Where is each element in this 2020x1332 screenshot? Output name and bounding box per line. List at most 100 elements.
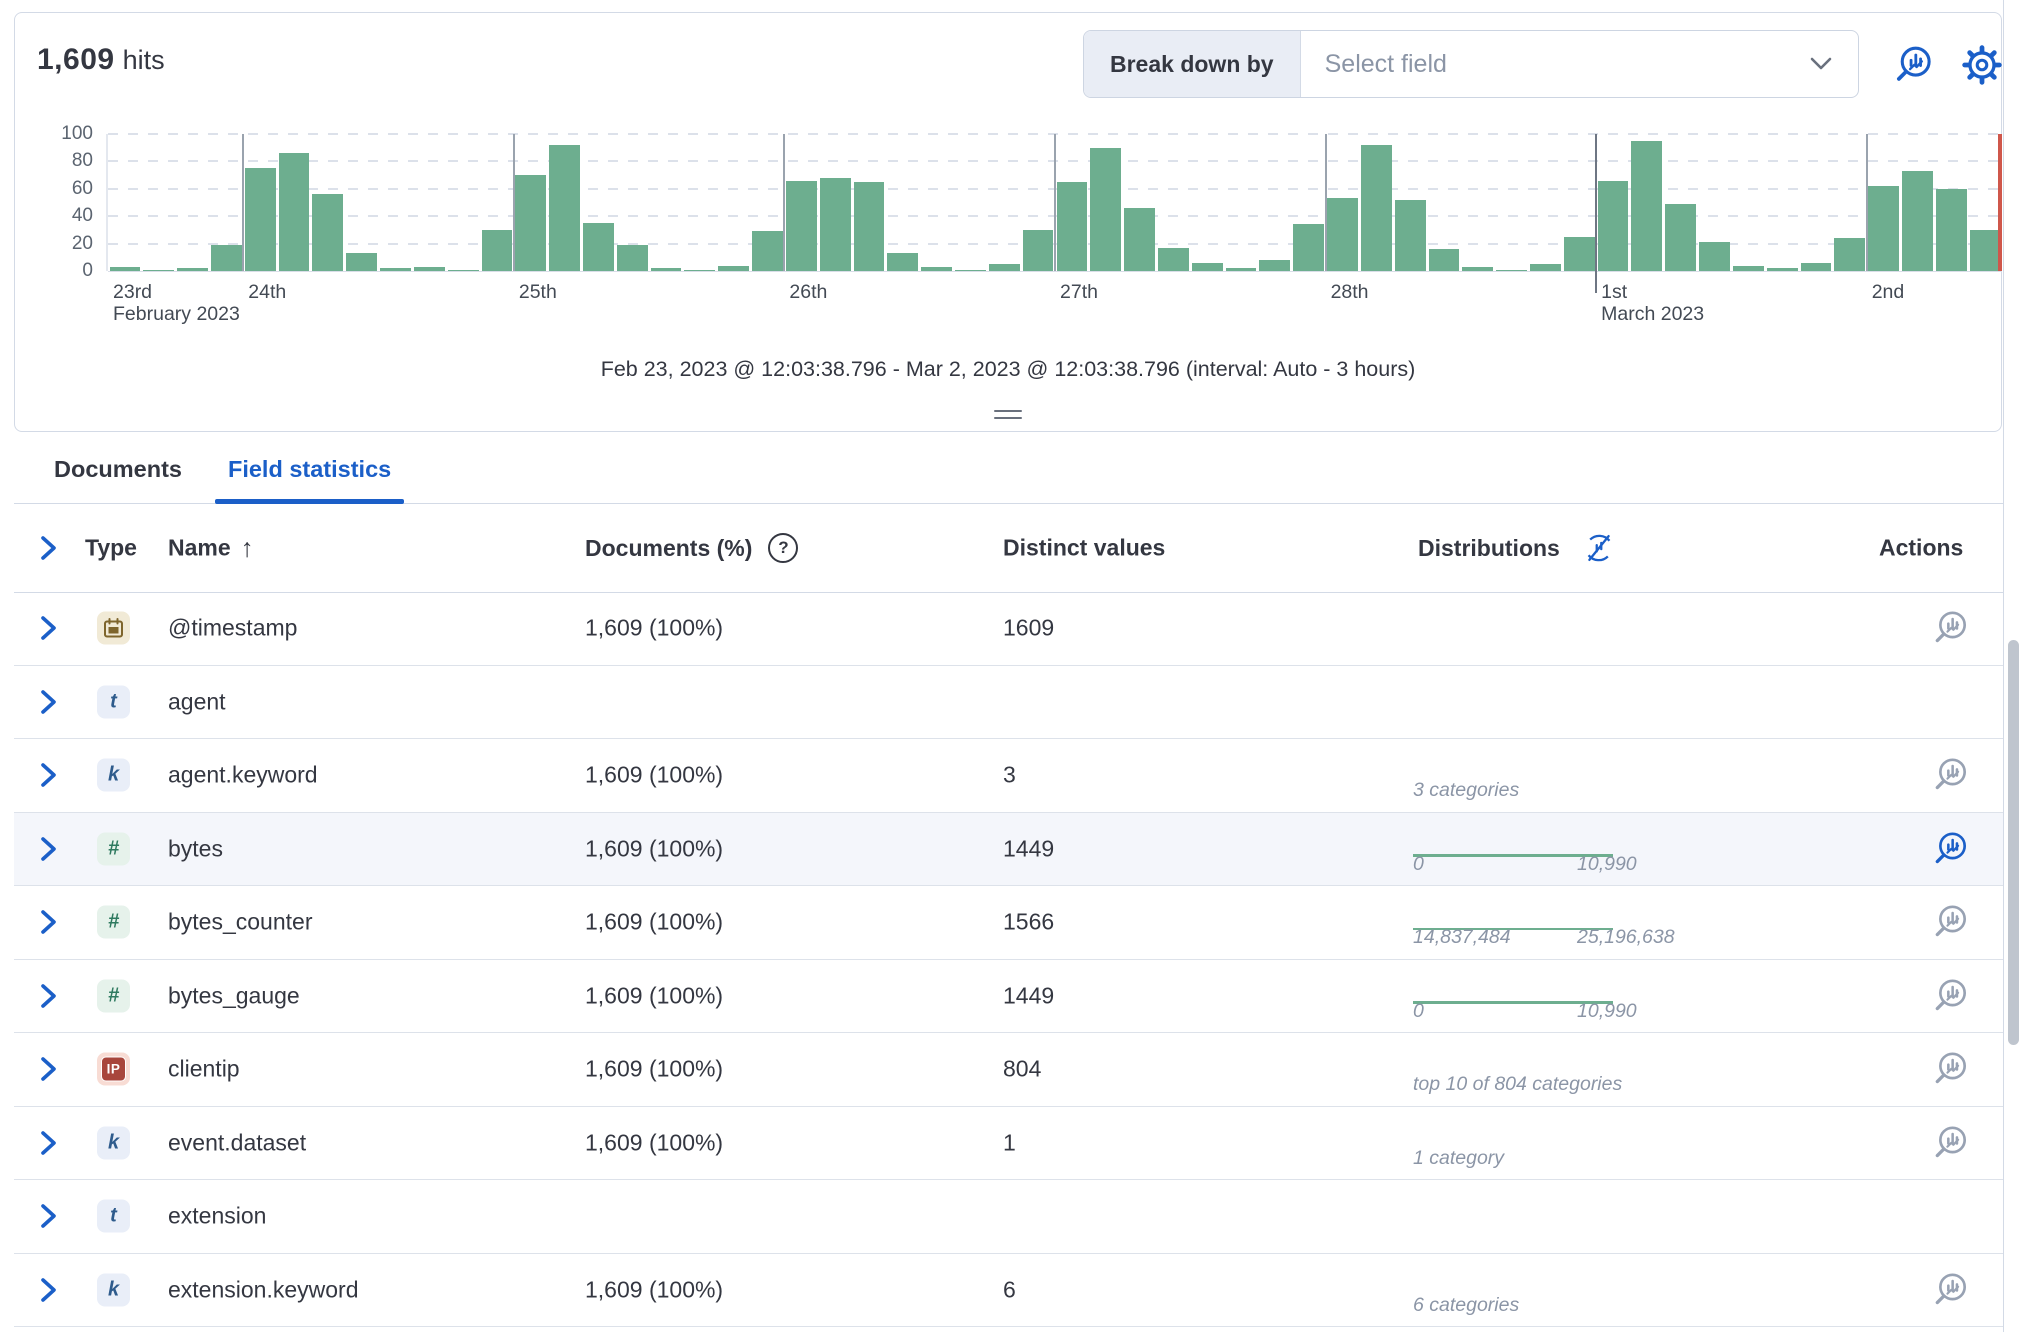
histogram-bar[interactable] [211, 245, 242, 271]
table-row: k agent.keyword 1,609 (100%) 3 3 categor… [14, 739, 2004, 813]
histogram-bar[interactable] [583, 223, 614, 271]
histogram-bar[interactable] [1124, 208, 1155, 271]
histogram-bar[interactable] [1699, 242, 1730, 271]
histogram-bar[interactable] [1665, 204, 1696, 271]
histogram-bar[interactable] [887, 253, 918, 271]
histogram-bar[interactable] [617, 245, 648, 271]
distribution-preview: 010,990 [1413, 821, 1673, 879]
histogram-bar[interactable] [1631, 141, 1662, 271]
histogram-bar[interactable] [1361, 145, 1392, 271]
histogram-bar[interactable] [549, 145, 580, 271]
histogram-bar[interactable] [1598, 181, 1629, 271]
histogram-bar[interactable] [279, 153, 310, 271]
explore-in-lens-button[interactable] [1932, 977, 1970, 1015]
explore-in-lens-button[interactable] [1932, 1271, 1970, 1309]
expand-row-chevron-icon[interactable] [35, 907, 61, 937]
column-header-name-label: Name [168, 535, 231, 562]
expand-row-chevron-icon[interactable] [35, 613, 61, 643]
histogram-bar[interactable] [1192, 263, 1223, 271]
histogram-bar[interactable] [143, 270, 174, 271]
histogram-bar[interactable] [1395, 200, 1426, 271]
expand-row-chevron-icon[interactable] [35, 1201, 61, 1231]
histogram-bar[interactable] [1834, 238, 1865, 271]
tab-documents[interactable]: Documents [31, 436, 205, 503]
expand-all-chevron-icon[interactable] [35, 533, 61, 563]
histogram-bar[interactable] [921, 267, 952, 271]
y-axis-tick-label: 80 [15, 150, 93, 172]
histogram-bar[interactable] [1023, 230, 1054, 271]
expand-row-chevron-icon[interactable] [35, 1128, 61, 1158]
histogram-bar[interactable] [854, 182, 885, 271]
hits-label: hits [123, 45, 165, 75]
scrollbar-thumb[interactable] [2008, 640, 2019, 1045]
histogram-bar[interactable] [1902, 171, 1933, 271]
histogram-bar[interactable] [346, 253, 377, 271]
histogram-bar[interactable] [955, 270, 986, 271]
expand-row-chevron-icon[interactable] [35, 760, 61, 790]
histogram-bar[interactable] [1158, 248, 1189, 271]
histogram-bar[interactable] [1090, 148, 1121, 271]
field-name: event.dataset [168, 1129, 306, 1156]
field-name: bytes [168, 835, 223, 862]
explore-in-lens-button[interactable] [1932, 756, 1970, 794]
explore-in-lens-button[interactable] [1932, 1050, 1970, 1088]
histogram-bar[interactable] [651, 268, 682, 271]
histogram-bar[interactable] [989, 264, 1020, 271]
histogram-bar[interactable] [1496, 270, 1527, 271]
histogram-bar[interactable] [245, 168, 276, 271]
help-icon[interactable]: ? [768, 533, 798, 563]
histogram-bar[interactable] [1564, 237, 1595, 271]
histogram-bar[interactable] [380, 268, 411, 271]
histogram-bar[interactable] [448, 270, 479, 271]
histogram-bar[interactable] [1868, 186, 1899, 271]
chart-settings-button[interactable] [1961, 44, 2003, 86]
histogram-bar[interactable] [482, 230, 513, 271]
histogram-bar[interactable] [1462, 267, 1493, 271]
explore-in-lens-button[interactable] [1932, 609, 1970, 647]
histogram-bar[interactable] [1733, 266, 1764, 271]
expand-row-chevron-icon[interactable] [35, 834, 61, 864]
panel-resize-handle[interactable] [994, 405, 1022, 424]
histogram-bar[interactable] [684, 270, 715, 271]
histogram-panel: 1,609hits Break down by Select field [14, 12, 2002, 432]
expand-row-chevron-icon[interactable] [35, 981, 61, 1011]
tab-field-statistics[interactable]: Field statistics [205, 436, 414, 503]
histogram-bar[interactable] [1293, 224, 1324, 271]
histogram-bar[interactable] [786, 181, 817, 271]
histogram-bar[interactable] [1259, 260, 1290, 271]
scrollbar-track[interactable] [2003, 0, 2020, 1332]
histogram-bar[interactable] [1801, 263, 1832, 271]
histogram-bar[interactable] [1767, 268, 1798, 271]
histogram-bar[interactable] [820, 178, 851, 271]
histogram-bar[interactable] [1530, 264, 1561, 271]
x-axis-tick-label: 28th [1331, 281, 1369, 304]
histogram-bar[interactable] [414, 267, 445, 271]
histogram-bar[interactable] [177, 268, 208, 271]
histogram-bar[interactable] [1429, 249, 1460, 271]
explore-in-lens-button[interactable] [1932, 830, 1970, 868]
chart-visualization-button[interactable] [1893, 44, 1935, 86]
explore-in-lens-button[interactable] [1932, 903, 1970, 941]
expand-row-chevron-icon[interactable] [35, 687, 61, 717]
column-header-distributions: Distributions [1418, 531, 1616, 565]
histogram-bar[interactable] [1226, 268, 1257, 271]
histogram-bar[interactable] [110, 267, 141, 271]
histogram-bar[interactable] [312, 194, 343, 271]
explore-in-lens-button[interactable] [1932, 1124, 1970, 1162]
field-name: clientip [168, 1056, 240, 1083]
histogram-bar[interactable] [1936, 189, 1967, 271]
breakdown-select[interactable]: Select field [1301, 31, 1858, 97]
column-header-name[interactable]: Name ↑ [168, 533, 254, 564]
ip-type-icon: IP [97, 1053, 130, 1086]
expand-row-chevron-icon[interactable] [35, 1054, 61, 1084]
table-row: k extension.keyword 1,609 (100%) 6 6 cat… [14, 1254, 2004, 1328]
histogram-bar[interactable] [515, 175, 546, 271]
histogram-bar[interactable] [1057, 182, 1088, 271]
expand-row-chevron-icon[interactable] [35, 1275, 61, 1305]
histogram-bar[interactable] [1970, 230, 2001, 271]
histogram-bar[interactable] [718, 266, 749, 271]
toggle-distributions-icon[interactable] [1582, 531, 1616, 565]
histogram-bar[interactable] [1327, 198, 1358, 271]
histogram-bar[interactable] [752, 231, 783, 271]
histogram-plot[interactable] [106, 134, 2002, 271]
